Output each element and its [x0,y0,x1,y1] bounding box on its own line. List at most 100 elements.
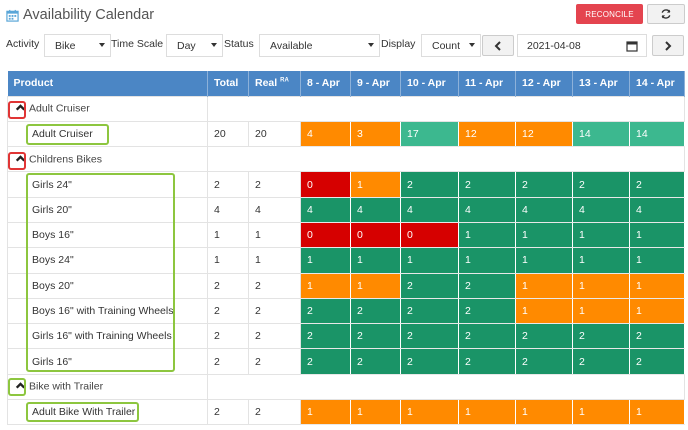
availability-cell[interactable]: 1 [458,247,516,274]
availability-cell[interactable]: 1 [629,247,685,274]
availability-cell[interactable]: 12 [515,120,573,148]
availability-cell[interactable]: 14 [572,120,630,148]
previous-date-button[interactable] [482,35,514,56]
availability-cell[interactable]: 4 [458,196,516,223]
availability-cell[interactable]: 0 [300,171,351,198]
column-header-date[interactable]: 12 - Apr [515,71,573,96]
column-header-date[interactable]: 14 - Apr [629,71,685,96]
availability-cell[interactable]: 1 [629,297,685,325]
activity-select[interactable]: Bike [44,34,111,57]
availability-cell[interactable]: 2 [572,348,630,375]
availability-cell[interactable]: 1 [629,272,685,299]
availability-cell[interactable]: 1 [350,272,401,299]
column-header-date[interactable]: 11 - Apr [458,71,516,96]
availability-cell[interactable]: 2 [300,348,351,375]
availability-cell[interactable]: 2 [400,171,459,198]
availability-cell[interactable]: 2 [400,272,459,299]
column-header-date[interactable]: 10 - Apr [400,71,459,96]
timescale-select[interactable]: Day [166,34,223,57]
availability-cell[interactable]: 4 [629,196,685,223]
availability-cell[interactable]: 4 [515,196,573,223]
availability-cell[interactable]: 0 [350,221,401,249]
availability-cell[interactable]: 2 [572,323,630,350]
column-header-date[interactable]: 9 - Apr [350,71,401,96]
availability-cell[interactable]: 4 [350,196,401,223]
availability-cell[interactable]: 1 [350,171,401,198]
availability-cell[interactable]: 2 [458,272,516,299]
chevron-up-icon[interactable] [14,152,27,165]
availability-cell[interactable]: 17 [400,120,459,148]
availability-cell[interactable]: 2 [458,297,516,325]
availability-cell[interactable]: 2 [400,297,459,325]
product-name[interactable]: Boys 16" with Training Wheels [14,305,173,317]
availability-cell[interactable]: 1 [515,221,573,249]
column-header-total[interactable]: Total [207,71,249,96]
availability-cell[interactable]: 2 [400,348,459,375]
availability-cell[interactable]: 2 [300,323,351,350]
product-name[interactable]: Girls 20" [14,204,72,216]
product-name[interactable]: Girls 16" with Training Wheels [14,330,172,342]
availability-cell[interactable]: 1 [515,272,573,299]
availability-cell[interactable]: 2 [400,323,459,350]
column-header-date[interactable]: 8 - Apr [300,71,351,96]
availability-cell[interactable]: 1 [572,297,630,325]
availability-cell[interactable]: 2 [350,323,401,350]
availability-cell[interactable]: 2 [572,171,630,198]
availability-cell[interactable]: 2 [350,297,401,325]
column-header-date[interactable]: 13 - Apr [572,71,630,96]
availability-cell[interactable]: 1 [300,272,351,299]
availability-cell[interactable]: 3 [350,120,401,148]
display-select[interactable]: Count [421,34,481,57]
availability-cell[interactable]: 1 [400,399,459,426]
availability-cell[interactable]: 12 [458,120,516,148]
next-date-button[interactable] [652,35,684,56]
product-name[interactable]: Adult Cruiser [14,128,93,140]
availability-cell[interactable]: 1 [400,247,459,274]
availability-cell[interactable]: 1 [350,247,401,274]
status-select[interactable]: Available [259,34,380,57]
availability-cell[interactable]: 2 [629,348,685,375]
availability-cell[interactable]: 1 [300,399,351,426]
availability-cell[interactable]: 2 [458,348,516,375]
availability-cell[interactable]: 1 [350,399,401,426]
availability-cell[interactable]: 1 [458,399,516,426]
availability-cell[interactable]: 1 [458,221,516,249]
availability-cell[interactable]: 4 [300,196,351,223]
availability-cell[interactable]: 1 [515,297,573,325]
availability-cell[interactable]: 0 [400,221,459,249]
product-name[interactable]: Boys 20" [14,280,74,292]
group-name[interactable]: Childrens Bikes [29,153,102,165]
calendar-picker-icon[interactable] [626,40,638,52]
availability-cell[interactable]: 1 [572,221,630,249]
product-name[interactable]: Boys 24" [14,254,74,266]
availability-cell[interactable]: 2 [629,171,685,198]
availability-cell[interactable]: 1 [629,221,685,249]
availability-cell[interactable]: 2 [300,297,351,325]
product-name[interactable]: Adult Bike With Trailer [14,406,135,418]
product-name[interactable]: Girls 16" [14,356,72,368]
column-header-real[interactable]: Real RA [248,71,301,96]
availability-cell[interactable]: 1 [629,399,685,426]
product-name[interactable]: Boys 16" [14,229,74,241]
reconcile-button[interactable]: RECONCILE [576,4,643,24]
date-field[interactable]: 2021-04-08 [517,34,647,57]
refresh-button[interactable] [647,4,685,24]
availability-cell[interactable]: 1 [572,272,630,299]
availability-cell[interactable]: 0 [300,221,351,249]
chevron-up-icon[interactable] [14,379,27,392]
availability-cell[interactable]: 2 [515,348,573,375]
availability-cell[interactable]: 4 [400,196,459,223]
availability-cell[interactable]: 1 [572,247,630,274]
availability-cell[interactable]: 2 [350,348,401,375]
chevron-up-icon[interactable] [14,101,27,114]
availability-cell[interactable]: 14 [629,120,685,148]
availability-cell[interactable]: 2 [458,171,516,198]
availability-cell[interactable]: 1 [300,247,351,274]
availability-cell[interactable]: 2 [515,323,573,350]
availability-cell[interactable]: 1 [572,399,630,426]
group-name[interactable]: Adult Cruiser [29,102,90,114]
column-header-product[interactable]: Product [7,71,208,96]
availability-cell[interactable]: 4 [572,196,630,223]
product-name[interactable]: Girls 24" [14,179,72,191]
group-name[interactable]: Bike with Trailer [29,381,103,393]
